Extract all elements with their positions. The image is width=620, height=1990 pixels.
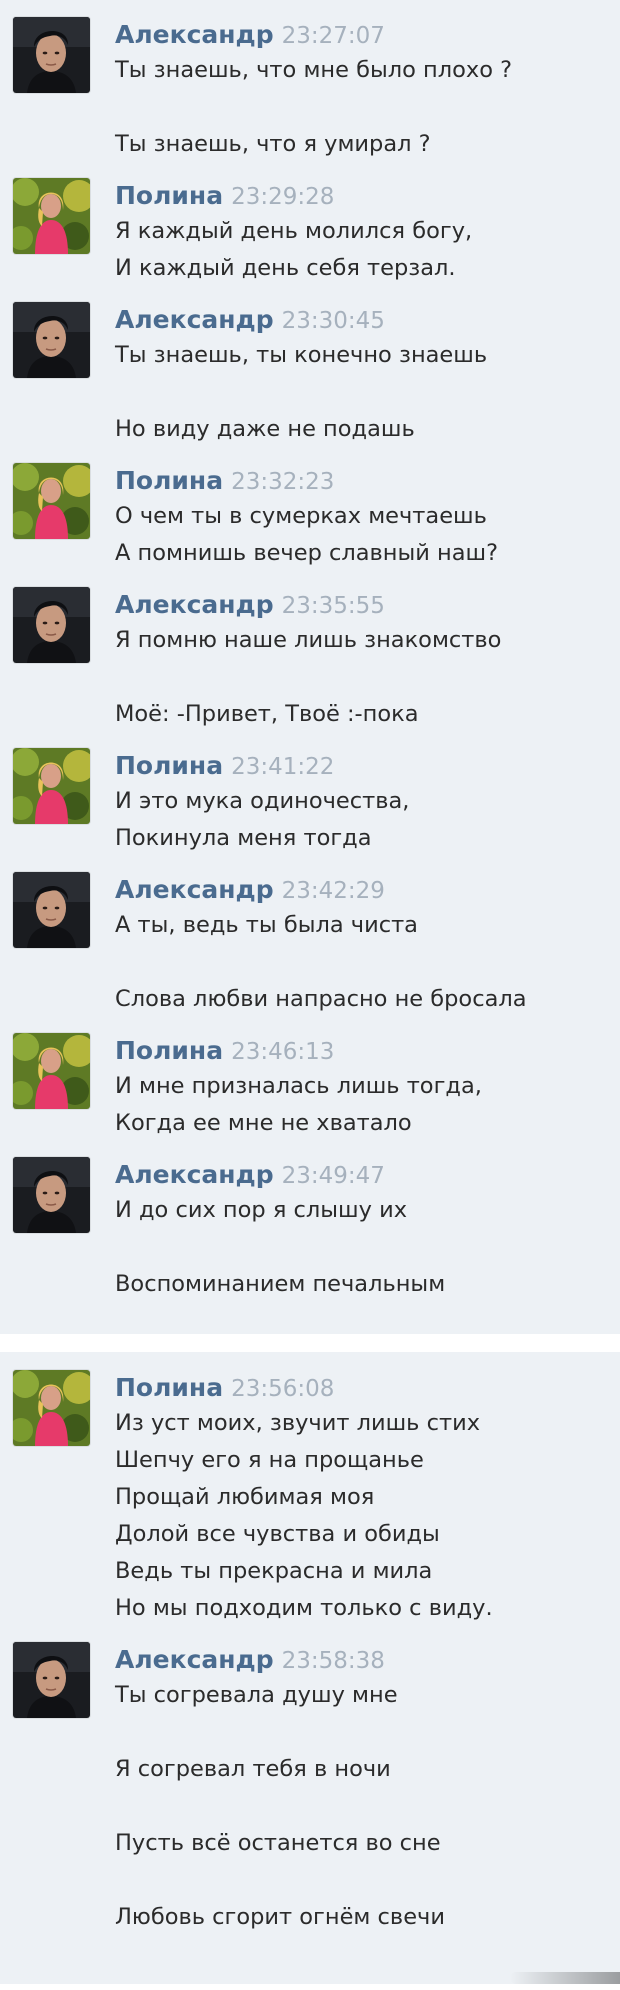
message-item: Александр 23:30:45 Ты знаешь, ты конечно з… — [0, 302, 620, 448]
message-line: Ведь ты прекрасна и мила — [115, 1558, 433, 1584]
message-line: Воспоминанием печальным — [115, 1271, 446, 1297]
message-text: Я каждый день молился богу, И каждый день… — [115, 213, 615, 287]
message-item: Александр 23:42:29 А ты, ведь ты была чист… — [0, 872, 620, 1018]
message-timestamp[interactable]: 23:35:55 — [282, 593, 385, 619]
message-timestamp[interactable]: 23:49:47 — [282, 1163, 385, 1189]
message-line: А ты, ведь ты была чиста — [115, 912, 418, 938]
message-line: И мне призналась лишь тогда, — [115, 1073, 482, 1099]
message-line: Когда ее мне не хватало — [115, 1110, 412, 1136]
female-avatar-icon[interactable] — [13, 748, 90, 824]
message-line: Ты знаешь, ты конечно знаешь — [115, 342, 488, 368]
message-timestamp[interactable]: 23:41:22 — [231, 754, 334, 780]
message-header: Полина 23:32:23 — [115, 463, 334, 499]
message-timestamp[interactable]: 23:58:38 — [282, 1648, 385, 1674]
message-header: Полина 23:56:08 — [115, 1370, 334, 1406]
male-avatar-icon[interactable] — [13, 872, 90, 948]
message-header: Александр 23:42:29 — [115, 872, 385, 908]
author-name-link[interactable]: Александр — [115, 875, 274, 904]
message-item: Полина 23:41:22 И это мука одиночества, Пок… — [0, 748, 620, 857]
message-item: Полина 23:32:23 О чем ты в сумерках мечтае… — [0, 463, 620, 572]
message-header: Александр 23:49:47 — [115, 1157, 385, 1193]
author-name-link[interactable]: Полина — [115, 466, 223, 495]
male-avatar-icon[interactable] — [13, 17, 90, 93]
message-timestamp[interactable]: 23:32:23 — [231, 469, 334, 495]
message-line: Я согревал тебя в ночи — [115, 1756, 391, 1782]
author-name-link[interactable]: Александр — [115, 305, 274, 334]
message-text: Из уст моих, звучит лишь стих Шепчу его я… — [115, 1405, 615, 1627]
message-line: Я каждый день молился богу, — [115, 218, 473, 244]
message-header: Полина 23:46:13 — [115, 1033, 334, 1069]
message-text: А ты, ведь ты была чиста Слова любви напр… — [115, 907, 615, 1018]
message-text: Ты знаешь, что мне было плохо ? Ты знаешь… — [115, 52, 615, 163]
message-line: Из уст моих, звучит лишь стих — [115, 1410, 481, 1436]
author-name-link[interactable]: Полина — [115, 751, 223, 780]
message-line: И каждый день себя терзал. — [115, 255, 456, 281]
message-line: Моё: -Привет, Твоё :-пока — [115, 701, 419, 727]
author-name-link[interactable]: Полина — [115, 181, 223, 210]
author-name-link[interactable]: Полина — [115, 1036, 223, 1065]
message-timestamp[interactable]: 23:29:28 — [231, 184, 334, 210]
male-avatar-icon[interactable] — [13, 1642, 90, 1718]
message-timestamp[interactable]: 23:27:07 — [282, 23, 385, 49]
message-timestamp[interactable]: 23:46:13 — [231, 1039, 334, 1065]
message-text: И это мука одиночества, Покинула меня тог… — [115, 783, 615, 857]
message-header: Александр 23:30:45 — [115, 302, 385, 338]
female-avatar-icon[interactable] — [13, 1033, 90, 1109]
message-line: Ты знаешь, что мне было плохо ? — [115, 57, 513, 83]
message-item: Александр 23:58:38 Ты согревала душу мне Я … — [0, 1642, 620, 1936]
message-item: Александр 23:49:47 И до сих пор я слышу их… — [0, 1157, 620, 1303]
message-line: А помнишь вечер славный наш? — [115, 540, 499, 566]
message-text: Ты согревала душу мне Я согревал тебя в н… — [115, 1677, 615, 1936]
message-header: Александр 23:58:38 — [115, 1642, 385, 1678]
author-name-link[interactable]: Александр — [115, 1160, 274, 1189]
female-avatar-icon[interactable] — [13, 463, 90, 539]
female-avatar-icon[interactable] — [13, 1370, 90, 1446]
author-name-link[interactable]: Полина — [115, 1373, 223, 1402]
message-line: О чем ты в сумерках мечтаешь — [115, 503, 487, 529]
author-name-link[interactable]: Александр — [115, 20, 274, 49]
message-item: Александр 23:27:07 Ты знаешь, что мне было… — [0, 17, 620, 163]
message-item: Александр 23:35:55 Я помню наше лишь знако… — [0, 587, 620, 733]
message-line: Прощай любимая моя — [115, 1484, 375, 1510]
author-name-link[interactable]: Александр — [115, 1645, 274, 1674]
message-line: Долой все чувства и обиды — [115, 1521, 440, 1547]
message-line: Пусть всё останется во сне — [115, 1830, 441, 1856]
female-avatar-icon[interactable] — [13, 178, 90, 254]
message-text: И до сих пор я слышу их Воспоминанием печ… — [115, 1192, 615, 1303]
message-line: Но виду даже не подашь — [115, 416, 415, 442]
male-avatar-icon[interactable] — [13, 302, 90, 378]
message-line: Покинула меня тогда — [115, 825, 372, 851]
male-avatar-icon[interactable] — [13, 587, 90, 663]
message-header: Полина 23:29:28 — [115, 178, 334, 214]
message-line: Ты согревала душу мне — [115, 1682, 398, 1708]
message-item: Полина 23:56:08 Из уст моих, звучит лишь с… — [0, 1370, 620, 1627]
message-line: Но мы подходим только с виду. — [115, 1595, 493, 1621]
message-text: Ты знаешь, ты конечно знаешь Но виду даже… — [115, 337, 615, 448]
message-line: Слова любви напрасно не бросала — [115, 986, 527, 1012]
message-timestamp[interactable]: 23:56:08 — [231, 1376, 334, 1402]
message-line: Шепчу его я на прощанье — [115, 1447, 424, 1473]
message-item: Полина 23:29:28 Я каждый день молился богу… — [0, 178, 620, 287]
message-item: Полина 23:46:13 И мне призналась лишь тогд… — [0, 1033, 620, 1142]
message-timestamp[interactable]: 23:42:29 — [282, 878, 385, 904]
message-header: Полина 23:41:22 — [115, 748, 334, 784]
message-text: О чем ты в сумерках мечтаешь А помнишь ве… — [115, 498, 615, 572]
message-header: Александр 23:35:55 — [115, 587, 385, 623]
male-avatar-icon[interactable] — [13, 1157, 90, 1233]
message-header: Александр 23:27:07 — [115, 17, 385, 53]
message-line: Я помню наше лишь знакомство — [115, 627, 502, 653]
scroll-shadow — [510, 1972, 620, 1984]
message-line: И это мука одиночества, — [115, 788, 410, 814]
message-line: И до сих пор я слышу их — [115, 1197, 408, 1223]
message-timestamp[interactable]: 23:30:45 — [282, 308, 385, 334]
message-line: Ты знаешь, что я умирал ? — [115, 131, 431, 157]
author-name-link[interactable]: Александр — [115, 590, 274, 619]
message-text: И мне призналась лишь тогда, Когда ее мне… — [115, 1068, 615, 1142]
message-line: Любовь сгорит огнём свечи — [115, 1904, 445, 1930]
message-text: Я помню наше лишь знакомство Моё: -Привет… — [115, 622, 615, 733]
